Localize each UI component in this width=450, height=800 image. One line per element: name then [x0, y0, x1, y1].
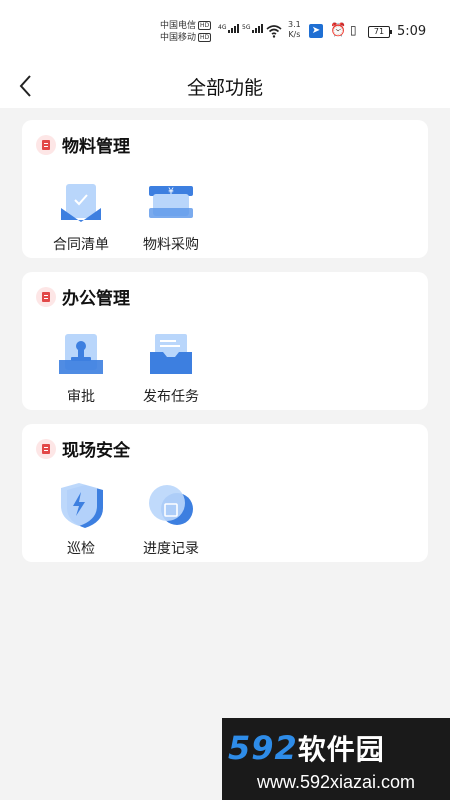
material-purchase-icon: ¥ [149, 186, 193, 218]
section-doc-icon [36, 438, 56, 459]
inspection-shield-icon [61, 483, 103, 528]
publish-task-icon [150, 334, 192, 374]
svg-text:¥: ¥ [168, 187, 174, 197]
watermark-url: www.592xiazai.com [256, 772, 416, 792]
section-header: 现场安全 [36, 436, 130, 461]
function-approval[interactable]: 审批 [36, 330, 126, 406]
alarm-icon: ⏰ [330, 23, 347, 38]
function-label: 发布任务 [143, 389, 199, 405]
signal-5g-icon: 5G [242, 24, 264, 33]
section-doc-icon [36, 286, 56, 307]
section-card-office: 办公管理 审批 发布任务 [22, 272, 428, 410]
battery-icon: 71 [368, 26, 392, 38]
section-card-material: 物料管理 合同清单 ¥ 物料采购 [22, 120, 428, 258]
watermark: 592软件园 www.592xiazai.com [222, 718, 450, 800]
carrier-2: 中国移动 [160, 33, 197, 43]
function-progress-record[interactable]: 进度记录 [126, 482, 216, 558]
function-label: 物料采购 [143, 237, 199, 253]
status-bar: 中国电信 HD 中国移动 HD 4G 5G 3.1 K/s ➤ ⏰ ▯ 71 5:0… [0, 0, 450, 64]
contract-list-icon [61, 184, 101, 222]
carrier-1: 中国电信 [160, 21, 197, 31]
clock: 5:09 [397, 24, 427, 39]
section-title: 物料管理 [62, 137, 130, 157]
section-header: 物料管理 [36, 132, 130, 157]
watermark-logo: 592软件园 [228, 729, 385, 767]
function-inspection[interactable]: 巡检 [36, 482, 126, 558]
function-material-purchase[interactable]: ¥ 物料采购 [126, 178, 216, 254]
wifi-icon [266, 25, 282, 38]
function-publish-task[interactable]: 发布任务 [126, 330, 216, 406]
battery-level: 71 [373, 27, 385, 36]
section-title: 办公管理 [62, 289, 130, 309]
approval-stamp-icon [59, 334, 103, 374]
function-label: 合同清单 [53, 237, 109, 253]
function-contract-list[interactable]: 合同清单 [36, 178, 126, 254]
carrier-info: 中国电信 HD 中国移动 HD [160, 20, 212, 44]
function-label: 审批 [67, 389, 95, 405]
section-header: 办公管理 [36, 284, 130, 309]
signal-4g-icon: 4G [218, 24, 240, 33]
function-label: 进度记录 [143, 541, 199, 557]
progress-record-icon [149, 485, 193, 525]
network-speed: 3.1 K/s [288, 20, 301, 39]
title-bar: 全部功能 [0, 64, 450, 108]
section-card-site-safety: 现场安全 巡检 进度记录 [22, 424, 428, 562]
function-label: 巡检 [67, 541, 95, 557]
page-title: 全部功能 [186, 77, 263, 99]
section-title: 现场安全 [62, 441, 130, 461]
app-badge-icon: ➤ [309, 24, 323, 38]
hd-badge: HD [198, 33, 212, 42]
hd-badge: HD [198, 21, 212, 30]
vibrate-icon: ▯ [350, 23, 357, 37]
section-doc-icon [36, 134, 56, 155]
